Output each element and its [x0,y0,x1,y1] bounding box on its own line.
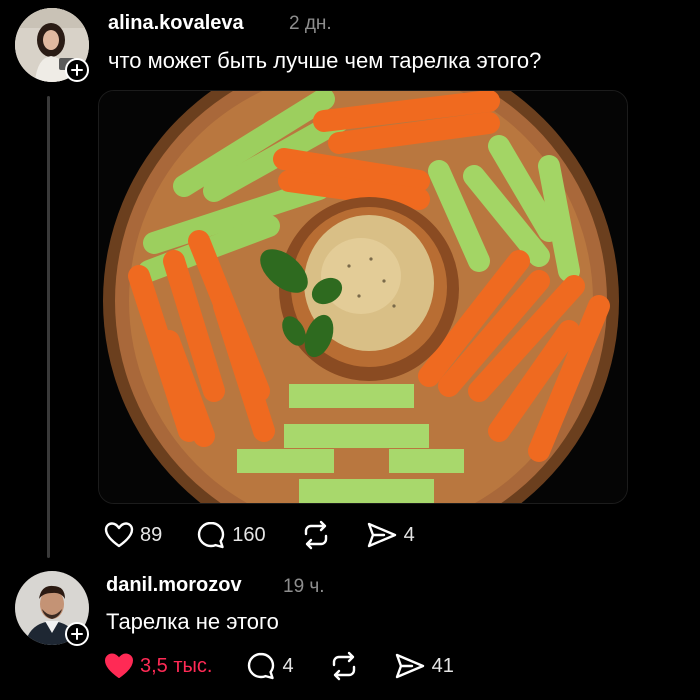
like-button[interactable]: 89 [104,521,162,549]
comment-button[interactable]: 160 [196,520,266,550]
post-text: что может быть лучше чем тарелка этого? [108,48,542,73]
share-button[interactable]: 4 [366,521,415,549]
reply-username[interactable]: danil.morozov [106,574,242,597]
veggie-platter-image [99,91,627,503]
follow-plus-icon[interactable] [65,622,89,646]
reply-comment-button[interactable]: 4 [246,651,294,681]
repost-button[interactable] [300,520,332,550]
post-time: 2 дн. [289,13,332,34]
share-count: 4 [403,523,415,546]
share-icon [367,522,396,548]
like-count: 89 [140,523,163,546]
reply-share-count: 41 [431,654,454,677]
reply-time: 19 ч. [283,576,325,597]
thread-line [47,96,50,558]
follow-plus-icon[interactable] [65,58,89,82]
comment-icon [198,521,225,549]
reply-comment-count: 4 [282,654,294,677]
post-actions: 89 160 4 [104,520,449,550]
reply-actions: 3,5 тыс. 4 41 [104,651,488,681]
reply-share-button[interactable]: 41 [394,652,454,680]
share-icon [395,653,424,679]
heart-filled-icon [105,653,133,678]
reply-like-button[interactable]: 3,5 тыс. [104,652,212,680]
comment-icon [248,652,275,680]
heart-icon [104,522,134,548]
post-username[interactable]: alina.kovaleva [108,12,244,35]
post-image[interactable] [98,90,628,504]
reply-text: Тарелка не этого [106,609,279,634]
reply-like-count: 3,5 тыс. [140,654,213,677]
comment-count: 160 [232,523,266,546]
repost-icon [332,651,355,681]
reply-repost-button[interactable] [328,651,360,681]
repost-icon [304,520,327,550]
